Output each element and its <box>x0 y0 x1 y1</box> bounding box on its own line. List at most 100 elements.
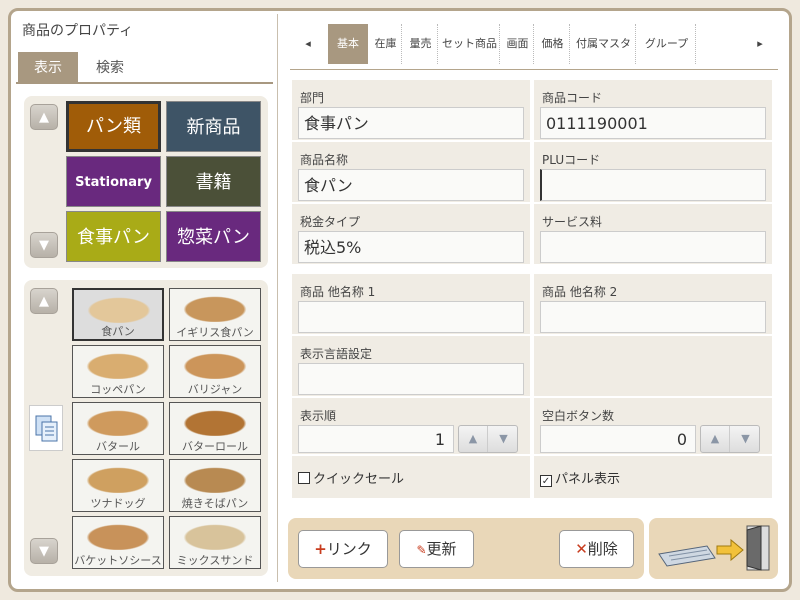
order-field[interactable]: 1 <box>298 425 454 453</box>
panel-title: 商品のプロパティ <box>22 23 134 39</box>
tab-search[interactable]: 検索 <box>82 52 138 84</box>
code-label: 商品コード <box>542 91 603 105</box>
delete-button[interactable]: ✕削除 <box>559 530 634 568</box>
category-scroll-up-button[interactable]: ▲ <box>30 104 58 130</box>
keyboard-icon <box>658 545 716 567</box>
order-down-button[interactable]: ▼ <box>489 426 518 452</box>
tabs-prev-arrow[interactable]: ◂ <box>298 24 318 64</box>
product-button[interactable]: 焼きそばパン <box>169 459 261 512</box>
alt1-label: 商品 他名称 1 <box>300 285 376 299</box>
blank-up-button[interactable]: ▲ <box>701 426 730 452</box>
service-field[interactable] <box>540 231 766 263</box>
panel-display-label: パネル表示 <box>555 472 621 487</box>
lang-label: 表示言語設定 <box>300 347 373 361</box>
product-image <box>178 465 252 493</box>
quick-cell: クイックセール <box>292 456 530 498</box>
product-label: イギリス食パン <box>176 326 254 339</box>
product-image <box>81 465 155 493</box>
lang-cell: 表示言語設定 <box>292 336 530 396</box>
product-button[interactable]: 食パン <box>72 288 164 341</box>
arrow-icon <box>716 538 744 562</box>
product-button[interactable]: バターロール <box>169 402 261 455</box>
blank-field[interactable]: 0 <box>540 425 696 453</box>
product-image <box>178 522 252 550</box>
product-button[interactable]: イギリス食パン <box>169 288 261 341</box>
property-tab[interactable]: 画面 <box>502 24 534 64</box>
blank-cell: 空白ボタン数 0 ▲ ▼ <box>534 398 772 454</box>
product-button[interactable]: ミックスサンド <box>169 516 261 569</box>
tabs-next-arrow[interactable]: ▸ <box>750 24 770 64</box>
product-label: バリジャン <box>187 383 243 396</box>
alt2-label: 商品 他名称 2 <box>542 285 618 299</box>
category-button[interactable]: Stationary <box>66 156 161 207</box>
product-scroll-down-button[interactable]: ▼ <box>30 538 58 564</box>
name-field[interactable]: 食パン <box>298 169 524 201</box>
product-image <box>81 408 155 436</box>
order-cell: 表示順 1 ▲ ▼ <box>292 398 530 454</box>
product-scroll-up-button[interactable]: ▲ <box>30 288 58 314</box>
category-button[interactable]: パン類 <box>66 101 161 152</box>
delete-icon: ✕ <box>575 540 588 558</box>
property-tab[interactable]: グループ <box>638 24 696 64</box>
update-button[interactable]: ✎更新 <box>399 530 474 568</box>
product-button[interactable]: バリジャン <box>169 345 261 398</box>
product-image <box>178 294 252 322</box>
property-tab[interactable]: 在庫 <box>370 24 402 64</box>
product-label: 焼きそばパン <box>181 497 249 510</box>
category-button[interactable]: 新商品 <box>166 101 261 152</box>
dept-cell: 部門 食事パン <box>292 80 530 140</box>
plu-field[interactable] <box>540 169 766 201</box>
alt1-cell: 商品 他名称 1 <box>292 274 530 334</box>
alt2-field[interactable] <box>540 301 766 333</box>
order-label: 表示順 <box>300 409 337 423</box>
property-tab[interactable]: セット商品 <box>440 24 500 64</box>
category-button[interactable]: 書籍 <box>166 156 261 207</box>
product-image <box>178 351 252 379</box>
exit-button[interactable] <box>655 524 773 573</box>
plu-label: PLUコード <box>542 153 601 167</box>
product-label: バターロール <box>182 440 248 453</box>
link-button[interactable]: +リンク <box>298 530 388 568</box>
product-button[interactable]: バタール <box>72 402 164 455</box>
dept-label: 部門 <box>300 91 325 105</box>
copy-icon[interactable] <box>29 405 63 451</box>
product-image <box>178 408 252 436</box>
alt1-field[interactable] <box>298 301 524 333</box>
plu-cell: PLUコード <box>534 142 772 202</box>
product-button[interactable]: コッペパン <box>72 345 164 398</box>
service-cell: サービス料 <box>534 204 772 264</box>
category-button[interactable]: 惣菜パン <box>166 211 261 262</box>
property-tab[interactable]: 量売 <box>404 24 438 64</box>
product-label: バケットソシース <box>74 554 162 567</box>
code-field[interactable]: 0111190001 <box>540 107 766 139</box>
lang-empty-cell <box>534 336 772 396</box>
product-button[interactable]: ツナドッグ <box>72 459 164 512</box>
property-tab[interactable]: 価格 <box>536 24 570 64</box>
plus-icon: + <box>314 540 327 558</box>
blank-down-button[interactable]: ▼ <box>731 426 760 452</box>
panel-divider <box>277 14 278 582</box>
property-tab[interactable]: 付属マスタ <box>572 24 636 64</box>
alt2-cell: 商品 他名称 2 <box>534 274 772 334</box>
tab-display[interactable]: 表示 <box>18 52 78 84</box>
tax-label: 税金タイプ <box>300 215 361 229</box>
quick-checkbox[interactable]: クイックセール <box>298 468 404 487</box>
category-button[interactable]: 食事パン <box>66 211 161 262</box>
property-tab[interactable]: 基本 <box>328 24 368 64</box>
blank-label: 空白ボタン数 <box>542 409 615 423</box>
name-cell: 商品名称 食パン <box>292 142 530 202</box>
order-up-button[interactable]: ▲ <box>459 426 488 452</box>
lang-field[interactable] <box>298 363 524 395</box>
panel-cell: ✓ パネル表示 <box>534 456 772 498</box>
dept-field[interactable]: 食事パン <box>298 107 524 139</box>
name-label: 商品名称 <box>300 153 349 167</box>
product-image <box>81 522 155 550</box>
category-scroll-down-button[interactable]: ▼ <box>30 232 58 258</box>
tax-cell: 税金タイプ 税込5% <box>292 204 530 264</box>
code-cell: 商品コード 0111190001 <box>534 80 772 140</box>
product-label: ツナドッグ <box>90 497 146 510</box>
panel-checkbox[interactable]: ✓ パネル表示 <box>540 468 620 487</box>
product-label: コッペパン <box>90 383 146 396</box>
tax-field[interactable]: 税込5% <box>298 231 524 263</box>
product-button[interactable]: バケットソシース <box>72 516 164 569</box>
